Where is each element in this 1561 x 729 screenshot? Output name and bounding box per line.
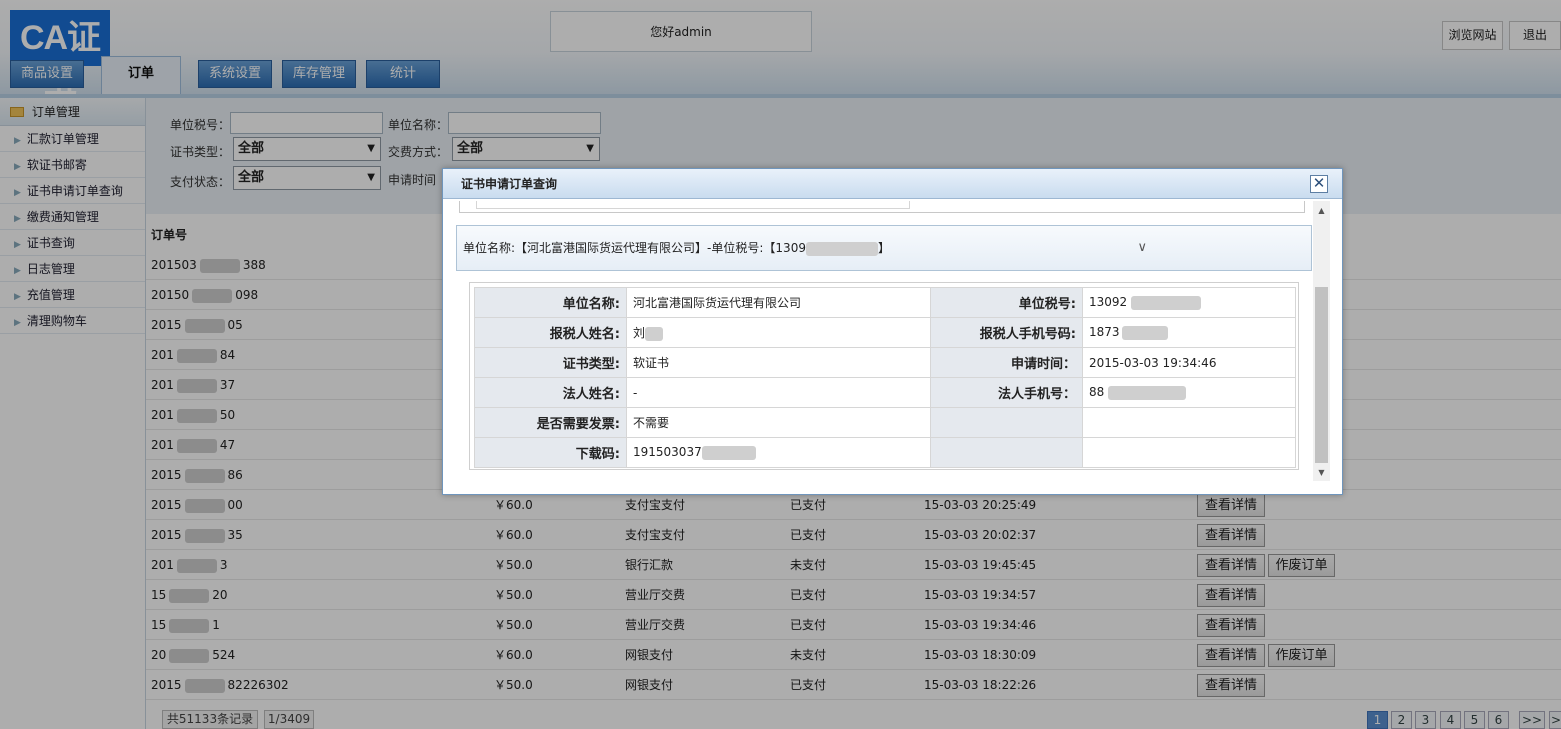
unit-name-key: 单位名称: [474,287,627,318]
unit-name-value: 河北富港国际货运代理有限公司 [626,287,931,318]
invoice-value: 不需要 [626,407,931,438]
legal-phone-key: 法人手机号： [930,377,1083,408]
scrollbar-thumb[interactable] [1315,287,1328,463]
dialog-title: 证书申请订单查询 [461,177,558,191]
dialog-body: 单位名称:【河北富港国际货运代理有限公司】-单位税号:【1309】 ∨ 单位名称… [453,201,1333,487]
empty-value [1082,407,1296,438]
empty-key [930,407,1083,438]
invoice-key: 是否需要发票: [474,407,627,438]
empty-key [930,437,1083,468]
tax-no-key: 单位税号: [930,287,1083,318]
chevron-down-icon[interactable]: ∨ [1137,226,1147,270]
taxpayer-name-key: 报税人姓名: [474,317,627,348]
dialog-titlebar[interactable]: 证书申请订单查询 ✕ [443,169,1342,199]
download-code-value: 191503037 [626,437,931,468]
apply-time-value: 2015-03-03 19:34:46 [1082,347,1296,378]
cert-type-key: 证书类型: [474,347,627,378]
detail-panel: 单位名称: 河北富港国际货运代理有限公司 单位税号: 13092 报税人姓名: … [469,282,1299,470]
apply-time-key: 申请时间： [930,347,1083,378]
detail-table: 单位名称: 河北富港国际货运代理有限公司 单位税号: 13092 报税人姓名: … [474,287,1296,468]
previous-record-inner [476,201,910,209]
close-icon[interactable]: ✕ [1310,175,1328,193]
taxpayer-phone-key: 报税人手机号码: [930,317,1083,348]
taxpayer-phone-value: 1873 [1082,317,1296,348]
download-code-key: 下载码: [474,437,627,468]
previous-record-fragment [459,201,1305,213]
accordion-title: 单位名称:【河北富港国际货运代理有限公司】-单位税号:【1309】 [463,241,890,256]
taxpayer-name-value: 刘 [626,317,931,348]
scroll-up-icon[interactable]: ▲ [1313,203,1330,219]
legal-name-value: - [626,377,931,408]
tax-no-value: 13092 [1082,287,1296,318]
legal-name-key: 法人姓名: [474,377,627,408]
accordion-header[interactable]: 单位名称:【河北富港国际货运代理有限公司】-单位税号:【1309】 ∨ [456,225,1312,271]
dialog-scrollbar[interactable]: ▲ ▼ [1313,201,1330,481]
empty-value [1082,437,1296,468]
scroll-down-icon[interactable]: ▼ [1313,465,1330,481]
cert-application-dialog: 证书申请订单查询 ✕ 单位名称:【河北富港国际货运代理有限公司】-单位税号:【1… [442,168,1343,495]
legal-phone-value: 88 [1082,377,1296,408]
cert-type-value: 软证书 [626,347,931,378]
